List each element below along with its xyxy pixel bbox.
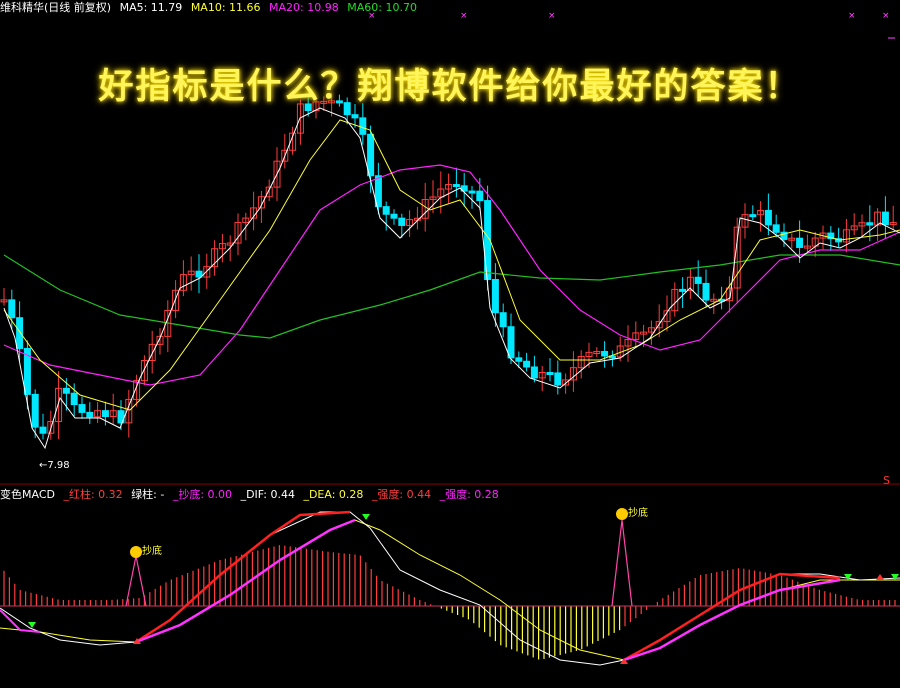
candle-body [546, 372, 554, 376]
candle-body [530, 366, 538, 379]
macd-strength-2: _强度: 0.28 [439, 488, 499, 501]
ma5-line [3, 107, 900, 450]
macd-green-bar: 绿柱: - [131, 488, 165, 501]
down-arrow-icon [891, 574, 899, 580]
candle-body [351, 114, 359, 119]
candle-body [702, 282, 710, 301]
candle-body [499, 312, 507, 328]
candle-body [382, 206, 390, 215]
candle-body [16, 317, 24, 349]
macd-red-bar: _红柱: 0.32 [63, 488, 123, 501]
dif-rising-red [135, 510, 351, 644]
ma10-value: MA10: 11.66 [190, 1, 261, 14]
smiley-icon [130, 546, 142, 558]
macd-buy: _抄底: 0.00 [172, 488, 233, 501]
top-marker: × [548, 11, 556, 21]
signal-label-1: 抄底 [142, 546, 162, 557]
candle-body [772, 224, 780, 233]
ma20-line [3, 164, 900, 386]
macd-header: 变色MACD _红柱: 0.32 绿柱: - _抄底: 0.00 _DIF: 0… [0, 487, 504, 503]
candle-body [390, 213, 398, 219]
candle-body [491, 279, 499, 314]
candle-body [101, 410, 109, 418]
stock-title: 维科精华(日线 前复权) [0, 1, 112, 14]
candle-body [554, 372, 562, 386]
candle-body [749, 214, 757, 218]
promo-banner: 好指标是什么？翔博软件给你最好的答案！ [98, 66, 802, 107]
candle-body [62, 387, 70, 394]
candle-body [452, 184, 460, 188]
up-arrow-icon [876, 574, 884, 580]
down-arrow-icon [362, 514, 370, 520]
ma20-value: MA20: 10.98 [269, 1, 339, 14]
candle-body [523, 360, 531, 368]
ma10-line [3, 119, 900, 411]
candle-body [359, 117, 367, 135]
buy-spike-2 [611, 519, 633, 607]
candle-body [881, 211, 889, 226]
candle-body [86, 411, 94, 418]
top-marker: × [460, 11, 468, 21]
macd-strength-1: _强度: 0.44 [371, 488, 432, 501]
smiley-icon [616, 508, 628, 520]
candle-body [39, 426, 47, 434]
top-marker: × [882, 11, 890, 21]
candle-body [78, 404, 86, 413]
candle-body [764, 209, 772, 226]
stock-chart-window: × × × × × 维科精华(日线 前复权) MA5: 11.79 MA10: 11.6… [0, 0, 900, 688]
buy-spike-1 [125, 555, 147, 607]
candle-body [8, 299, 16, 319]
candle-body [31, 393, 39, 428]
candle-body [866, 222, 874, 226]
price-header: 维科精华(日线 前复权) MA5: 11.79 MA10: 11.66 MA20… [0, 0, 422, 16]
candle-body [515, 357, 523, 362]
candle-body [796, 237, 804, 248]
signal-label-2: 抄底 [628, 508, 648, 519]
candle-body [468, 190, 476, 194]
macd-name: 变色MACD [0, 488, 55, 501]
candle-body [694, 276, 702, 284]
candle-body [507, 326, 515, 359]
top-marker: × [848, 11, 856, 21]
candle-body [601, 350, 609, 357]
candle-body [398, 217, 406, 226]
dif-rising-red-2 [623, 572, 841, 662]
candle-body [367, 133, 375, 177]
low-price-marker: ←7.98 [39, 460, 70, 471]
candle-body [476, 190, 484, 202]
dea-rising-magenta-2 [623, 578, 841, 662]
candle-body [70, 392, 78, 406]
macd-dea: _DEA: 0.28 [303, 488, 364, 501]
ma60-line [3, 254, 900, 339]
ma5-value: MA5: 11.79 [119, 1, 183, 14]
corner-s-mark[interactable]: S [883, 474, 890, 487]
macd-dif: _DIF: 0.44 [240, 488, 295, 501]
candle-body [679, 288, 687, 292]
candle-body [195, 270, 203, 278]
ma60-value: MA60: 10.70 [347, 1, 417, 14]
